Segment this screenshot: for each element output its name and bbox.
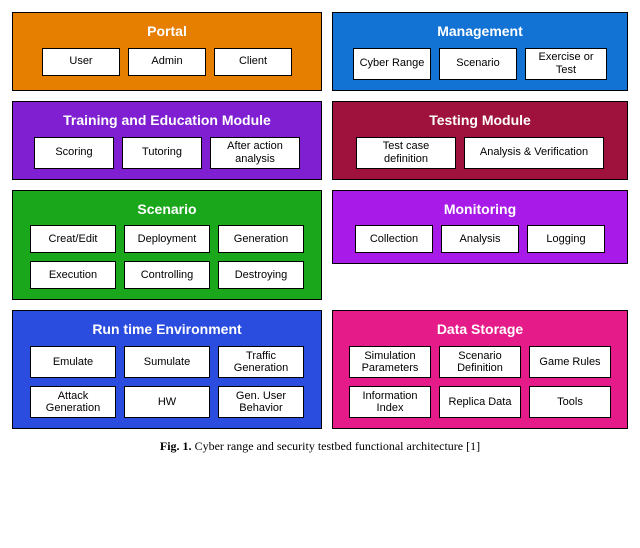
box-test-case-definition: Test case definition [356, 137, 456, 169]
module-boxes: Creat/Edit Deployment Generation Executi… [21, 225, 313, 289]
box-scoring: Scoring [34, 137, 114, 169]
box-exercise-or-test: Exercise or Test [525, 48, 607, 80]
box-admin: Admin [128, 48, 206, 76]
module-monitoring: Monitoring Collection Analysis Logging [332, 190, 628, 265]
box-information-index: Information Index [349, 386, 431, 418]
box-client: Client [214, 48, 292, 76]
architecture-diagram: Portal User Admin Client Management Cybe… [12, 12, 628, 429]
module-title: Run time Environment [92, 321, 241, 338]
figure-caption: Fig. 1. Cyber range and security testbed… [12, 439, 628, 454]
box-logging: Logging [527, 225, 605, 253]
box-collection: Collection [355, 225, 433, 253]
module-title: Scenario [137, 201, 196, 218]
box-simulate: Sumulate [124, 346, 210, 378]
module-runtime: Run time Environment Emulate Sumulate Tr… [12, 310, 322, 429]
box-analysis-verification: Analysis & Verification [464, 137, 604, 169]
module-title: Testing Module [429, 112, 531, 129]
module-title: Monitoring [444, 201, 516, 218]
module-boxes: Emulate Sumulate Traffic Generation Atta… [21, 346, 313, 418]
box-create-edit: Creat/Edit [30, 225, 116, 253]
box-deployment: Deployment [124, 225, 210, 253]
box-tools: Tools [529, 386, 611, 418]
box-cyber-range: Cyber Range [353, 48, 431, 80]
module-boxes: Simulation Parameters Scenario Definitio… [341, 346, 619, 418]
box-emulate: Emulate [30, 346, 116, 378]
box-after-action-analysis: After action analysis [210, 137, 300, 169]
module-boxes: Scoring Tutoring After action analysis [21, 137, 313, 169]
box-execution: Execution [30, 261, 116, 289]
box-attack-generation: Attack Generation [30, 386, 116, 418]
row-2: Training and Education Module Scoring Tu… [12, 101, 628, 180]
row-4: Run time Environment Emulate Sumulate Tr… [12, 310, 628, 429]
box-traffic-generation: Traffic Generation [218, 346, 304, 378]
module-portal: Portal User Admin Client [12, 12, 322, 91]
module-testing: Testing Module Test case definition Anal… [332, 101, 628, 180]
module-title: Training and Education Module [63, 112, 271, 129]
row-3: Scenario Creat/Edit Deployment Generatio… [12, 190, 628, 301]
module-boxes: Collection Analysis Logging [341, 225, 619, 253]
box-tutoring: Tutoring [122, 137, 202, 169]
box-analysis: Analysis [441, 225, 519, 253]
box-game-rules: Game Rules [529, 346, 611, 378]
module-title: Portal [147, 23, 187, 40]
box-generation: Generation [218, 225, 304, 253]
module-boxes: User Admin Client [21, 48, 313, 76]
caption-text: Cyber range and security testbed functio… [195, 439, 481, 453]
box-gen-user-behavior: Gen. User Behavior [218, 386, 304, 418]
module-boxes: Test case definition Analysis & Verifica… [341, 137, 619, 169]
box-user: User [42, 48, 120, 76]
caption-prefix: Fig. 1. [160, 439, 192, 453]
module-management: Management Cyber Range Scenario Exercise… [332, 12, 628, 91]
box-hw: HW [124, 386, 210, 418]
box-scenario: Scenario [439, 48, 517, 80]
row-1: Portal User Admin Client Management Cybe… [12, 12, 628, 91]
box-controlling: Controlling [124, 261, 210, 289]
module-training: Training and Education Module Scoring Tu… [12, 101, 322, 180]
module-boxes: Cyber Range Scenario Exercise or Test [341, 48, 619, 80]
box-destroying: Destroying [218, 261, 304, 289]
module-storage: Data Storage Simulation Parameters Scena… [332, 310, 628, 429]
module-title: Data Storage [437, 321, 523, 338]
module-title: Management [437, 23, 523, 40]
box-scenario-definition: Scenario Definition [439, 346, 521, 378]
module-scenario: Scenario Creat/Edit Deployment Generatio… [12, 190, 322, 301]
box-simulation-parameters: Simulation Parameters [349, 346, 431, 378]
box-replica-data: Replica Data [439, 386, 521, 418]
